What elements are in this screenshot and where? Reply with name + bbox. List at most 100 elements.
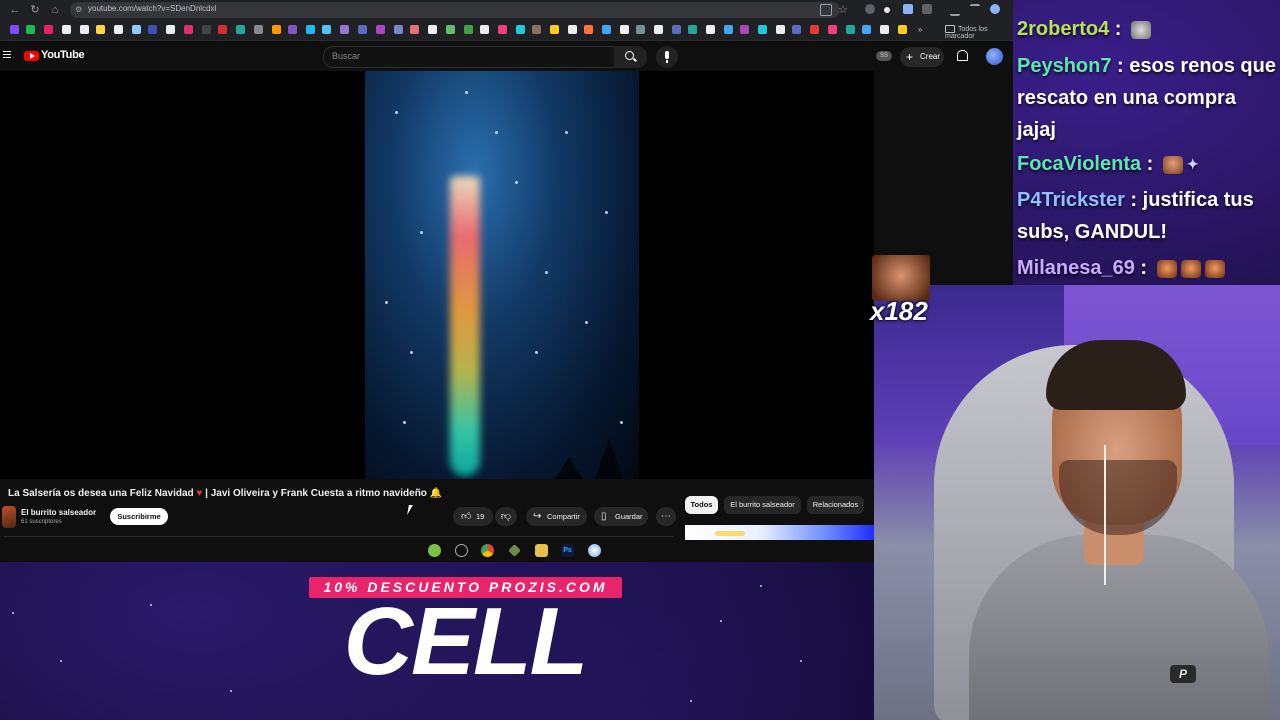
dislike-button[interactable]: 👎︎ — [495, 507, 517, 526]
bookmark-icon[interactable] — [758, 25, 767, 34]
reload-icon[interactable]: ↻ — [28, 3, 42, 17]
files-icon[interactable] — [535, 544, 548, 557]
bookmark-icon[interactable] — [706, 25, 715, 34]
save-button[interactable]: ▯ Guardar — [594, 507, 648, 526]
bookmark-icon[interactable] — [394, 25, 403, 34]
recommended-thumbnail[interactable] — [685, 525, 874, 540]
ss-badge[interactable]: SS — [876, 51, 892, 61]
dock-app-icon[interactable] — [588, 544, 601, 557]
bookmark-icon[interactable] — [792, 25, 801, 34]
search-input[interactable]: Buscar — [323, 46, 615, 68]
bookmark-icon[interactable] — [724, 25, 733, 34]
share-button[interactable]: ↪ Compartir — [526, 507, 587, 526]
dock-app-icon[interactable] — [508, 544, 521, 557]
bookmark-icon[interactable] — [236, 25, 245, 34]
download-icon[interactable] — [950, 4, 960, 16]
site-info-icon[interactable]: ⚙ — [75, 5, 82, 14]
bookmark-icon[interactable] — [322, 25, 331, 34]
bookmark-icon[interactable] — [306, 25, 315, 34]
bookmark-icon[interactable] — [80, 25, 89, 34]
youtube-logo-text[interactable]: YouTube — [41, 49, 85, 61]
bookmark-icon[interactable] — [148, 25, 157, 34]
youtube-logo-icon[interactable] — [24, 51, 39, 61]
bookmark-icon[interactable] — [584, 25, 593, 34]
voice-search-icon[interactable] — [656, 46, 678, 68]
extension-icon[interactable] — [865, 4, 875, 14]
bookmark-icon[interactable] — [10, 25, 19, 34]
star-icon[interactable]: ☆ — [836, 3, 850, 17]
bookmark-icon[interactable] — [446, 25, 455, 34]
all-bookmarks-folder[interactable]: Todos los marcador — [945, 25, 1013, 40]
extension-icon[interactable] — [903, 4, 913, 14]
create-button[interactable]: + Crear — [900, 47, 944, 67]
tab-search-icon[interactable] — [970, 4, 980, 16]
bookmark-icon[interactable] — [464, 25, 473, 34]
bookmark-icon[interactable] — [428, 25, 437, 34]
bookmark-icon[interactable] — [340, 25, 349, 34]
bookmark-icon[interactable] — [376, 25, 385, 34]
chip-channel[interactable]: El burrito salseador — [724, 496, 801, 514]
search-placeholder: Buscar — [332, 51, 361, 61]
video-frame[interactable] — [365, 71, 639, 479]
bookmark-icon[interactable] — [184, 25, 193, 34]
bookmark-icon[interactable] — [846, 25, 855, 34]
home-icon[interactable]: ⌂ — [48, 3, 62, 17]
photoshop-icon[interactable]: Ps — [561, 544, 574, 557]
install-icon[interactable] — [820, 4, 832, 16]
back-icon[interactable]: ← — [8, 3, 22, 17]
bookmark-icon[interactable] — [410, 25, 419, 34]
bookmark-icon[interactable] — [202, 25, 211, 34]
bookmark-icon[interactable] — [880, 25, 889, 34]
dock-app-icon[interactable] — [455, 544, 468, 557]
bookmark-icon[interactable] — [288, 25, 297, 34]
bookmark-icon[interactable] — [358, 25, 367, 34]
account-avatar[interactable] — [986, 48, 1003, 65]
bookmark-icon[interactable] — [828, 25, 837, 34]
extensions-puzzle-icon[interactable] — [922, 4, 932, 14]
bookmark-icon[interactable] — [166, 25, 175, 34]
bookmark-icon[interactable] — [480, 25, 489, 34]
chip-related[interactable]: Relacionados — [807, 496, 864, 514]
bookmark-icon[interactable] — [550, 25, 559, 34]
channel-avatar[interactable] — [2, 506, 16, 528]
bookmark-icon[interactable] — [254, 25, 263, 34]
bookmark-icon[interactable] — [272, 25, 281, 34]
bookmark-icon[interactable] — [218, 25, 227, 34]
chrome-icon[interactable] — [481, 544, 494, 557]
bookmark-icon[interactable] — [862, 25, 871, 34]
bookmark-icon[interactable] — [114, 25, 123, 34]
bookmark-icon[interactable] — [620, 25, 629, 34]
bookmark-icon[interactable] — [898, 25, 907, 34]
bookmark-icon[interactable] — [568, 25, 577, 34]
bookmark-icon[interactable] — [776, 25, 785, 34]
bookmark-icon[interactable] — [44, 25, 53, 34]
search-button[interactable] — [614, 46, 647, 68]
url-field[interactable]: ⚙ youtube.com/watch?v=SDenDnlcdxl — [70, 2, 840, 18]
subscribe-button[interactable]: Suscribirme — [110, 508, 168, 525]
bookmark-icon[interactable] — [62, 25, 71, 34]
bookmark-icon[interactable] — [654, 25, 663, 34]
bookmark-icon[interactable] — [532, 25, 541, 34]
bookmark-icon[interactable] — [498, 25, 507, 34]
like-button[interactable]: 👍︎ 19 — [453, 507, 493, 526]
bookmark-icon[interactable] — [96, 25, 105, 34]
menu-icon[interactable] — [3, 51, 11, 59]
notifications-bell-icon[interactable] — [957, 50, 968, 61]
bookmark-icon[interactable] — [672, 25, 681, 34]
more-bookmarks-icon[interactable]: » — [918, 25, 927, 34]
bookmark-icon[interactable] — [688, 25, 697, 34]
bookmark-icon[interactable] — [740, 25, 749, 34]
dock-app-icon[interactable] — [428, 544, 441, 557]
extension-icon[interactable] — [884, 7, 890, 13]
bookmark-icon[interactable] — [132, 25, 141, 34]
bookmark-icon[interactable] — [26, 25, 35, 34]
bookmark-icon[interactable] — [602, 25, 611, 34]
bookmark-icon[interactable] — [516, 25, 525, 34]
video-player[interactable] — [0, 71, 874, 479]
more-actions-button[interactable]: ⋯ — [656, 507, 676, 526]
profile-icon[interactable] — [990, 4, 1000, 14]
bookmark-icon[interactable] — [636, 25, 645, 34]
chip-all[interactable]: Todos — [685, 496, 718, 514]
bookmark-icon[interactable] — [810, 25, 819, 34]
channel-name[interactable]: El burrito salseador — [21, 508, 96, 517]
